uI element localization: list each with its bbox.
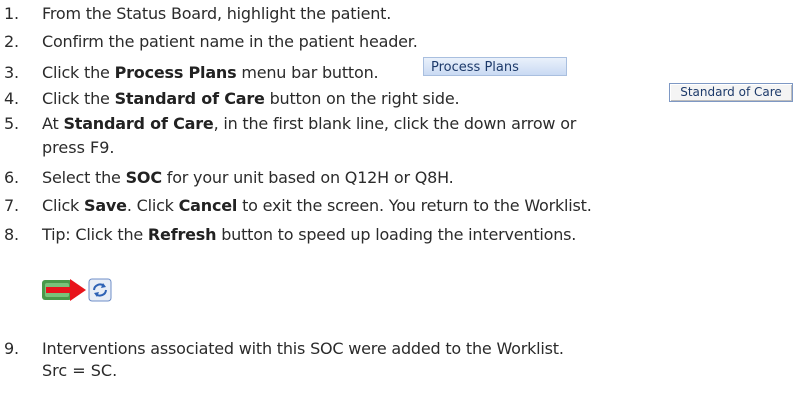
bold-term: Cancel: [178, 196, 238, 215]
step-text-segment: Click the: [42, 63, 115, 82]
step-text-segment: Confirm the patient name in the patient …: [42, 32, 418, 51]
step-9-continuation: Src = SC.: [42, 361, 118, 380]
step-text-segment: menu bar button.: [236, 63, 379, 82]
refresh-icon[interactable]: [88, 278, 112, 302]
step-number: 3.: [4, 63, 19, 82]
step-text-segment: for your unit based on Q12H or Q8H.: [161, 168, 454, 187]
process-plans-button[interactable]: Process Plans: [423, 57, 567, 76]
step-text-segment: Select the: [42, 168, 126, 187]
step-text: Confirm the patient name in the patient …: [42, 31, 782, 53]
step-text-segment: button on the right side.: [264, 89, 460, 108]
step-text-segment: button to speed up loading the intervent…: [216, 225, 577, 244]
bold-term: Refresh: [147, 225, 217, 244]
bold-term: Save: [84, 196, 127, 215]
standard-of-care-button[interactable]: Standard of Care: [669, 83, 793, 102]
bold-term: Standard of Care: [114, 89, 265, 108]
step-text-segment: From the Status Board, highlight the pat…: [42, 4, 392, 23]
step-number: 6.: [4, 168, 19, 187]
refresh-toolbar-image: [42, 278, 122, 302]
bold-term: Process Plans: [114, 63, 237, 82]
step-text-segment: Click the: [42, 89, 115, 108]
step-number: 2.: [4, 32, 19, 51]
step-text-segment: Click: [42, 196, 85, 215]
step-number: 1.: [4, 4, 19, 23]
step-number: 8.: [4, 225, 19, 244]
step-text: Click the Process Plans menu bar button.: [42, 62, 782, 84]
step-text: Select the SOC for your unit based on Q1…: [42, 167, 782, 189]
step-text-segment: Tip: Click the: [42, 225, 148, 244]
bold-term: SOC: [125, 168, 162, 187]
step-text: Interventions associated with this SOC w…: [42, 338, 782, 360]
step-text: Click Save. Click Cancel to exit the scr…: [42, 195, 782, 217]
step-number: 9.: [4, 339, 19, 358]
step-text-segment: At: [42, 114, 64, 133]
step-text-segment: . Click: [126, 196, 179, 215]
step-text-segment: , in the first blank line, click the dow…: [213, 114, 577, 133]
step-number: 5.: [4, 114, 19, 133]
step-text: At Standard of Care, in the first blank …: [42, 113, 782, 135]
step-text: From the Status Board, highlight the pat…: [42, 3, 782, 25]
bold-term: Standard of Care: [63, 114, 214, 133]
step-text: Tip: Click the Refresh button to speed u…: [42, 224, 782, 246]
step-number: 7.: [4, 196, 19, 215]
step-number: 4.: [4, 89, 19, 108]
step-text-segment: Interventions associated with this SOC w…: [42, 339, 564, 358]
step-5-continuation: press F9.: [42, 138, 115, 157]
step-text-segment: to exit the screen. You return to the Wo…: [237, 196, 592, 215]
